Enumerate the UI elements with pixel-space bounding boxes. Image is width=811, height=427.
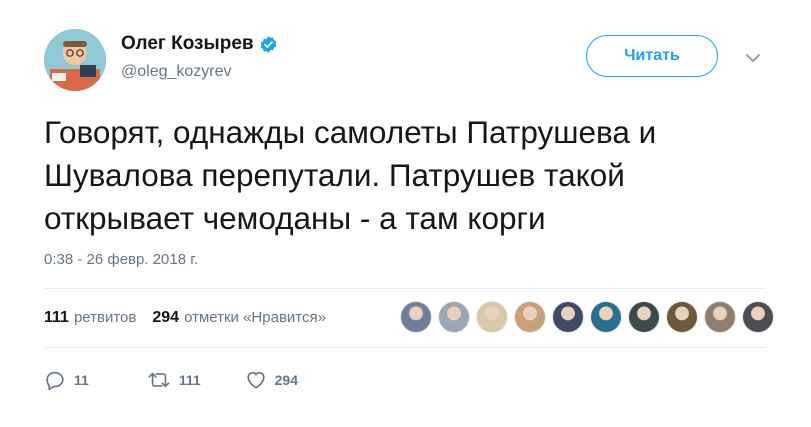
tweet-timestamp[interactable]: 0:38 - 26 февр. 2018 г. — [44, 251, 198, 268]
heart-icon — [247, 371, 265, 389]
tweet-text: Говорят, однажды самолеты Патрушева и Шу… — [44, 111, 764, 240]
likes-label[interactable]: отметки «Нравится» — [184, 309, 326, 326]
liker-avatar[interactable] — [628, 301, 660, 333]
likes-count[interactable]: 294 — [152, 309, 179, 327]
avatar-illustration — [44, 29, 106, 91]
follow-button[interactable]: Читать — [586, 35, 718, 77]
liker-avatar[interactable] — [514, 301, 546, 333]
divider — [44, 288, 766, 289]
liker-avatar[interactable] — [704, 301, 736, 333]
like-count: 294 — [274, 372, 298, 388]
liker-avatar[interactable] — [400, 301, 432, 333]
author-handle[interactable]: @oleg_kozyrev — [121, 63, 232, 81]
tweet-text-line: открывает чемоданы - а там корги — [44, 200, 546, 236]
reply-count: 11 — [74, 372, 89, 388]
verified-badge-icon — [260, 35, 276, 53]
author-display-name[interactable]: Олег Козырев — [121, 33, 254, 55]
retweets-label[interactable]: ретвитов — [74, 309, 136, 326]
tweet-actions: 11 111 294 — [44, 366, 298, 394]
divider — [44, 347, 766, 348]
author-name-row: Олег Козырев — [121, 33, 278, 55]
tweet-text-line: Говорят, однажды самолеты Патрушева и — [44, 114, 657, 150]
retweets-count[interactable]: 111 — [44, 309, 69, 327]
liker-avatar[interactable] — [438, 301, 470, 333]
liker-avatar[interactable] — [476, 301, 508, 333]
tweet-text-line: Шувалова перепутали. Патрушев такой — [44, 157, 625, 193]
retweet-icon — [148, 372, 170, 388]
liker-avatar[interactable] — [552, 301, 584, 333]
liker-avatar[interactable] — [742, 301, 774, 333]
like-action[interactable]: 294 — [245, 369, 298, 391]
tweet-stats: 111 ретвитов 294 отметки «Нравится» — [44, 309, 326, 327]
liker-avatar[interactable] — [666, 301, 698, 333]
chevron-down-icon[interactable] — [745, 52, 761, 64]
liker-avatar[interactable] — [590, 301, 622, 333]
retweet-action[interactable]: 111 — [147, 369, 201, 391]
reply-action[interactable]: 11 — [44, 369, 89, 391]
likers-avatars — [400, 301, 774, 335]
retweet-count: 111 — [178, 372, 201, 388]
author-avatar[interactable] — [44, 29, 106, 91]
reply-icon — [46, 371, 64, 391]
